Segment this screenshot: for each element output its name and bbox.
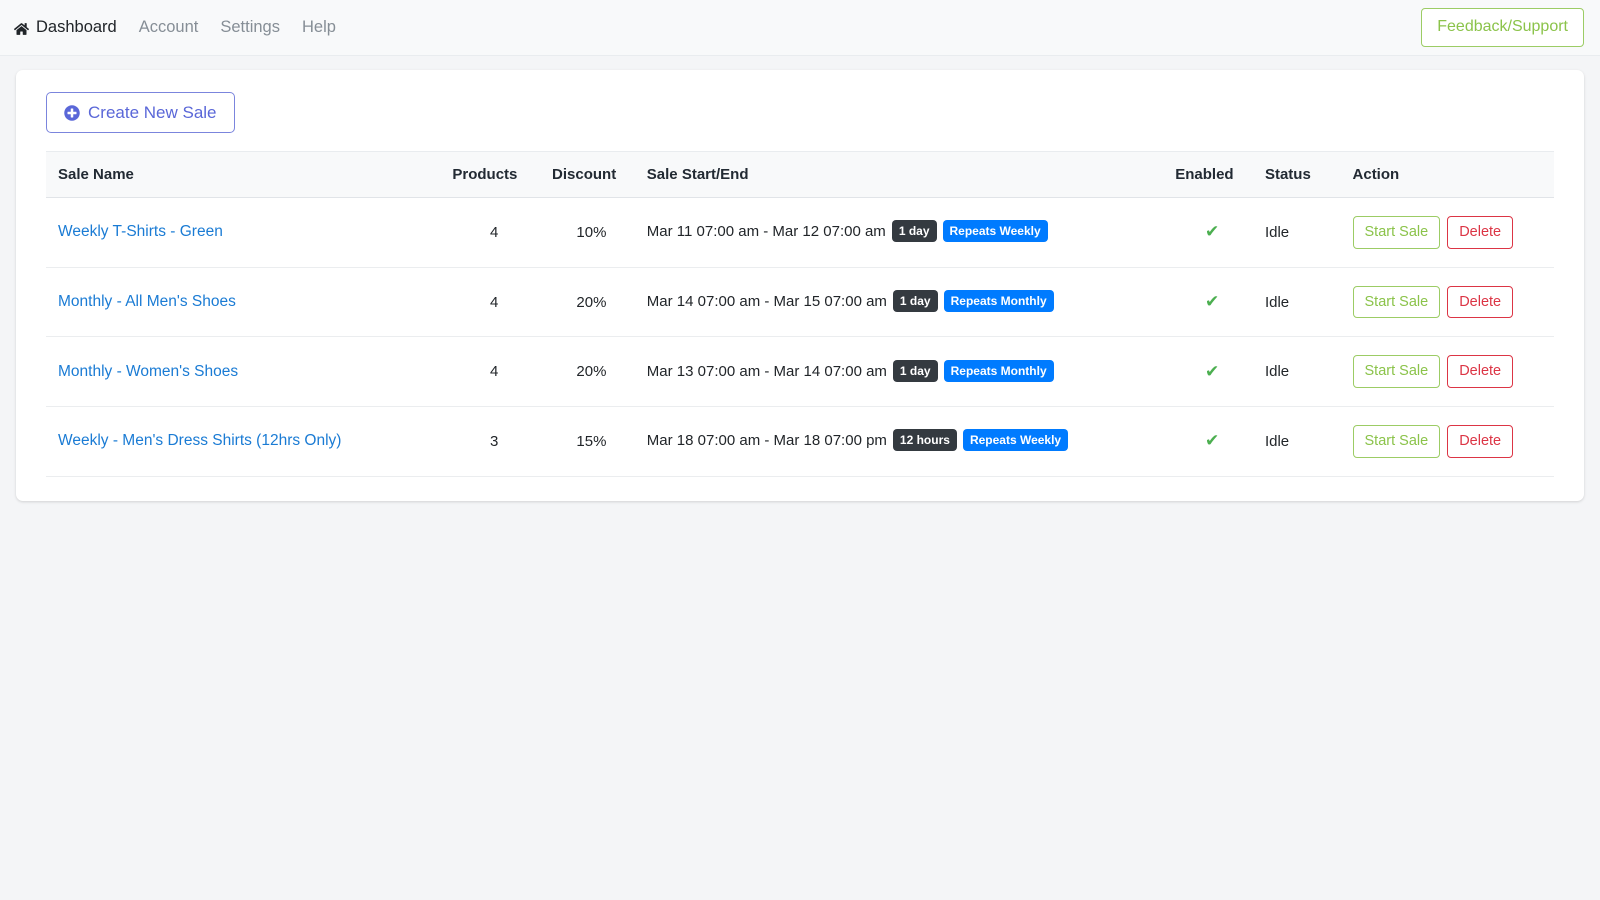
plus-circle-icon <box>64 104 80 121</box>
sales-table-body: Weekly T-Shirts - Green 4 10% Mar 11 07:00 … <box>46 197 1554 477</box>
cell-action: Start Sale Delete <box>1344 406 1554 477</box>
cell-products: 4 <box>444 267 545 338</box>
duration-badge: 1 day <box>892 359 938 382</box>
nav-item-help[interactable]: Help <box>302 18 336 37</box>
check-icon: ✔ <box>1204 292 1220 311</box>
cell-sale-dates: Mar 18 07:00 am - Mar 18 07:00 pm 12 hour… <box>638 406 1168 477</box>
nav-item-account[interactable]: Account <box>139 18 199 37</box>
check-icon: ✔ <box>1204 222 1220 242</box>
column-header-sale-name: Sale Name <box>46 151 445 198</box>
cell-sale-dates: Mar 14 07:00 am - Mar 15 07:00 am 1 day Re… <box>638 267 1168 338</box>
repeat-badge: Repeats Weekly <box>942 220 1048 243</box>
column-header-discount: Discount <box>544 151 639 198</box>
start-sale-button[interactable]: Start Sale <box>1352 216 1441 249</box>
action-buttons: Start Sale Delete <box>1352 285 1546 319</box>
check-icon: ✔ <box>1204 431 1220 451</box>
duration-badge: 1 day <box>891 220 937 243</box>
table-row: Monthly - Women's Shoes 4 20% Mar 13 07:00 … <box>46 336 1554 408</box>
cell-enabled: ✔ <box>1167 197 1257 268</box>
home-icon <box>13 22 30 36</box>
sale-name-link[interactable]: Monthly - Women's Shoes <box>58 363 238 380</box>
action-buttons: Start Sale Delete <box>1352 216 1546 249</box>
cell-sale-name: Monthly - All Men's Shoes <box>46 267 445 338</box>
cell-products: 3 <box>444 406 545 477</box>
start-sale-button[interactable]: Start Sale <box>1352 285 1441 319</box>
table-row: Weekly T-Shirts - Green 4 10% Mar 11 07:00 … <box>46 197 1554 268</box>
cell-status: Idle <box>1256 336 1345 408</box>
sales-card: Create New Sale Sale Name Products Disco… <box>16 70 1584 501</box>
cell-discount: 20% <box>544 267 639 338</box>
cell-enabled: ✔ <box>1167 267 1257 338</box>
status-badge: Idle <box>1264 432 1290 450</box>
sales-table-head: Sale Name Products Discount Sale Start/E… <box>46 151 1554 198</box>
repeat-badge: Repeats Monthly <box>943 290 1054 312</box>
cell-enabled: ✔ <box>1167 336 1257 408</box>
cell-action: Start Sale Delete <box>1344 336 1554 408</box>
navbar-links: Dashboard Account Settings Help <box>13 18 336 37</box>
create-new-sale-button[interactable]: Create New Sale <box>46 92 235 133</box>
cell-sale-dates: Mar 11 07:00 am - Mar 12 07:00 am 1 day Re… <box>638 197 1168 268</box>
cell-products: 4 <box>444 197 545 268</box>
cell-sale-dates: Mar 13 07:00 am - Mar 14 07:00 am 1 day Re… <box>638 336 1168 408</box>
feedback-support-button[interactable]: Feedback/Support <box>1421 8 1584 47</box>
sale-name-link[interactable]: Weekly T-Shirts - Green <box>58 223 223 240</box>
column-header-products: Products <box>444 151 545 198</box>
navbar-right: Feedback/Support <box>1421 8 1584 47</box>
action-buttons: Start Sale Delete <box>1352 355 1546 389</box>
start-sale-button[interactable]: Start Sale <box>1352 425 1441 458</box>
nav-item-dashboard[interactable]: Dashboard <box>13 18 117 37</box>
sale-name-link[interactable]: Weekly - Men's Dress Shirts (12hrs Only) <box>58 432 341 449</box>
cell-enabled: ✔ <box>1167 406 1257 477</box>
cell-sale-name: Weekly T-Shirts - Green <box>46 197 445 268</box>
status-badge: Idle <box>1264 293 1290 311</box>
cell-status: Idle <box>1256 267 1345 338</box>
cell-action: Start Sale Delete <box>1344 197 1554 268</box>
cell-sale-name: Monthly - Women's Shoes <box>46 336 445 408</box>
sales-table: Sale Name Products Discount Sale Start/E… <box>46 151 1554 477</box>
page-content: Create New Sale Sale Name Products Disco… <box>0 56 1600 501</box>
delete-button[interactable]: Delete <box>1447 285 1514 319</box>
nav-item-settings[interactable]: Settings <box>220 18 280 37</box>
nav-item-dashboard-label: Dashboard <box>36 18 117 36</box>
cell-status: Idle <box>1256 197 1345 268</box>
start-sale-button[interactable]: Start Sale <box>1352 355 1441 389</box>
cell-discount: 10% <box>544 197 639 268</box>
column-header-action: Action <box>1344 151 1554 198</box>
cell-action: Start Sale Delete <box>1344 267 1554 338</box>
table-row: Weekly - Men's Dress Shirts (12hrs Only)… <box>46 406 1554 477</box>
create-new-sale-label: Create New Sale <box>88 103 217 122</box>
delete-button[interactable]: Delete <box>1447 355 1514 389</box>
status-badge: Idle <box>1264 363 1290 381</box>
cell-sale-name: Weekly - Men's Dress Shirts (12hrs Only) <box>46 406 445 477</box>
duration-badge: 12 hours <box>892 429 957 452</box>
status-badge: Idle <box>1264 223 1290 241</box>
column-header-status: Status <box>1256 151 1345 198</box>
cell-discount: 15% <box>544 406 639 477</box>
sale-date-range: Mar 11 07:00 am - Mar 12 07:00 am <box>646 223 886 241</box>
delete-button[interactable]: Delete <box>1447 216 1514 249</box>
duration-badge: 1 day <box>892 290 938 312</box>
action-buttons: Start Sale Delete <box>1352 425 1546 458</box>
repeat-badge: Repeats Weekly <box>962 429 1069 452</box>
column-header-enabled: Enabled <box>1167 151 1257 198</box>
cell-status: Idle <box>1256 406 1345 477</box>
cell-discount: 20% <box>544 336 639 408</box>
check-icon: ✔ <box>1204 361 1220 381</box>
sale-name-link[interactable]: Monthly - All Men's Shoes <box>58 293 236 310</box>
table-row: Monthly - All Men's Shoes 4 20% Mar 14 07:0… <box>46 267 1554 338</box>
repeat-badge: Repeats Monthly <box>943 359 1054 382</box>
sale-date-range: Mar 18 07:00 am - Mar 18 07:00 pm <box>646 432 887 450</box>
sale-date-range: Mar 13 07:00 am - Mar 14 07:00 am <box>646 362 887 380</box>
cell-products: 4 <box>444 336 545 408</box>
top-navbar: Dashboard Account Settings Help Feedback… <box>0 0 1600 56</box>
delete-button[interactable]: Delete <box>1447 425 1514 458</box>
column-header-sale-dates: Sale Start/End <box>638 151 1168 198</box>
sale-date-range: Mar 14 07:00 am - Mar 15 07:00 am <box>646 292 887 310</box>
table-header-row: Sale Name Products Discount Sale Start/E… <box>46 151 1554 198</box>
